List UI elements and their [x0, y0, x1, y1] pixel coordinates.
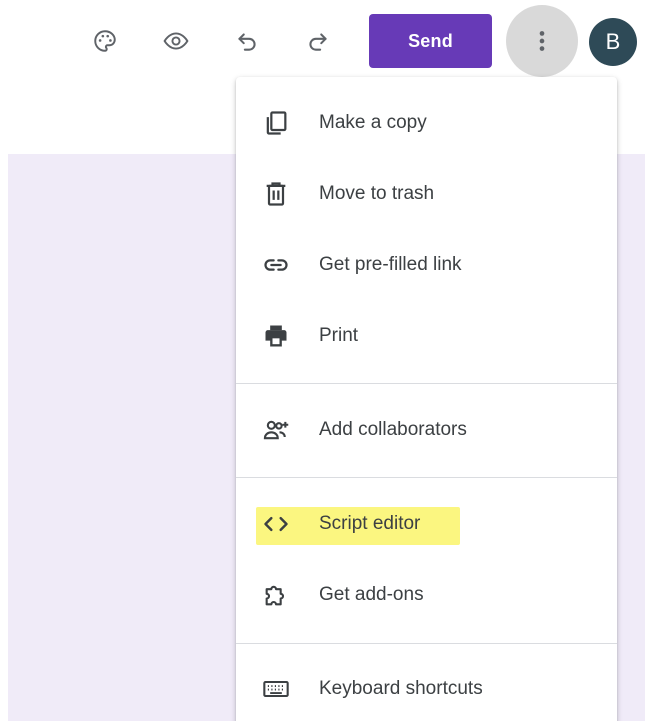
puzzle-icon	[260, 579, 292, 611]
menu-item-label: Script editor	[319, 513, 421, 534]
more-options-menu: Make a copy Move to trash Get pre-filled…	[236, 77, 617, 721]
menu-item-move-to-trash[interactable]: Move to trash	[236, 166, 617, 222]
menu-divider	[236, 643, 617, 644]
palette-icon[interactable]	[87, 23, 123, 59]
trash-icon	[260, 178, 292, 210]
add-people-icon	[260, 414, 292, 446]
menu-divider	[236, 383, 617, 384]
menu-item-label: Print	[319, 325, 359, 346]
menu-item-label: Add collaborators	[319, 419, 467, 440]
code-icon	[260, 508, 292, 540]
menu-divider	[236, 477, 617, 478]
menu-item-label: Get add-ons	[319, 584, 424, 605]
preview-eye-icon[interactable]	[158, 23, 194, 59]
undo-icon[interactable]	[229, 23, 265, 59]
menu-item-keyboard-shortcuts[interactable]: Keyboard shortcuts	[236, 661, 617, 717]
copy-icon	[260, 107, 292, 139]
menu-item-script-editor[interactable]: Script editor	[236, 496, 617, 552]
avatar[interactable]: B	[589, 18, 637, 66]
print-icon	[260, 320, 292, 352]
link-icon	[260, 249, 292, 281]
menu-item-print[interactable]: Print	[236, 308, 617, 364]
menu-item-make-copy[interactable]: Make a copy	[236, 95, 617, 151]
keyboard-icon	[260, 673, 292, 705]
redo-icon[interactable]	[300, 23, 336, 59]
app-root: Send B Make a copy Move to trash Get pre…	[0, 0, 645, 721]
menu-item-add-collaborators[interactable]: Add collaborators	[236, 402, 617, 458]
menu-item-label: Keyboard shortcuts	[319, 678, 483, 699]
menu-item-label: Move to trash	[319, 183, 435, 204]
more-vert-icon[interactable]	[506, 5, 578, 77]
menu-item-label: Make a copy	[319, 112, 427, 133]
menu-item-label: Get pre-filled link	[319, 254, 462, 275]
top-toolbar: Send B	[0, 0, 645, 82]
menu-item-get-prefilled-link[interactable]: Get pre-filled link	[236, 237, 617, 293]
menu-item-get-add-ons[interactable]: Get add-ons	[236, 567, 617, 623]
send-button[interactable]: Send	[369, 14, 492, 68]
